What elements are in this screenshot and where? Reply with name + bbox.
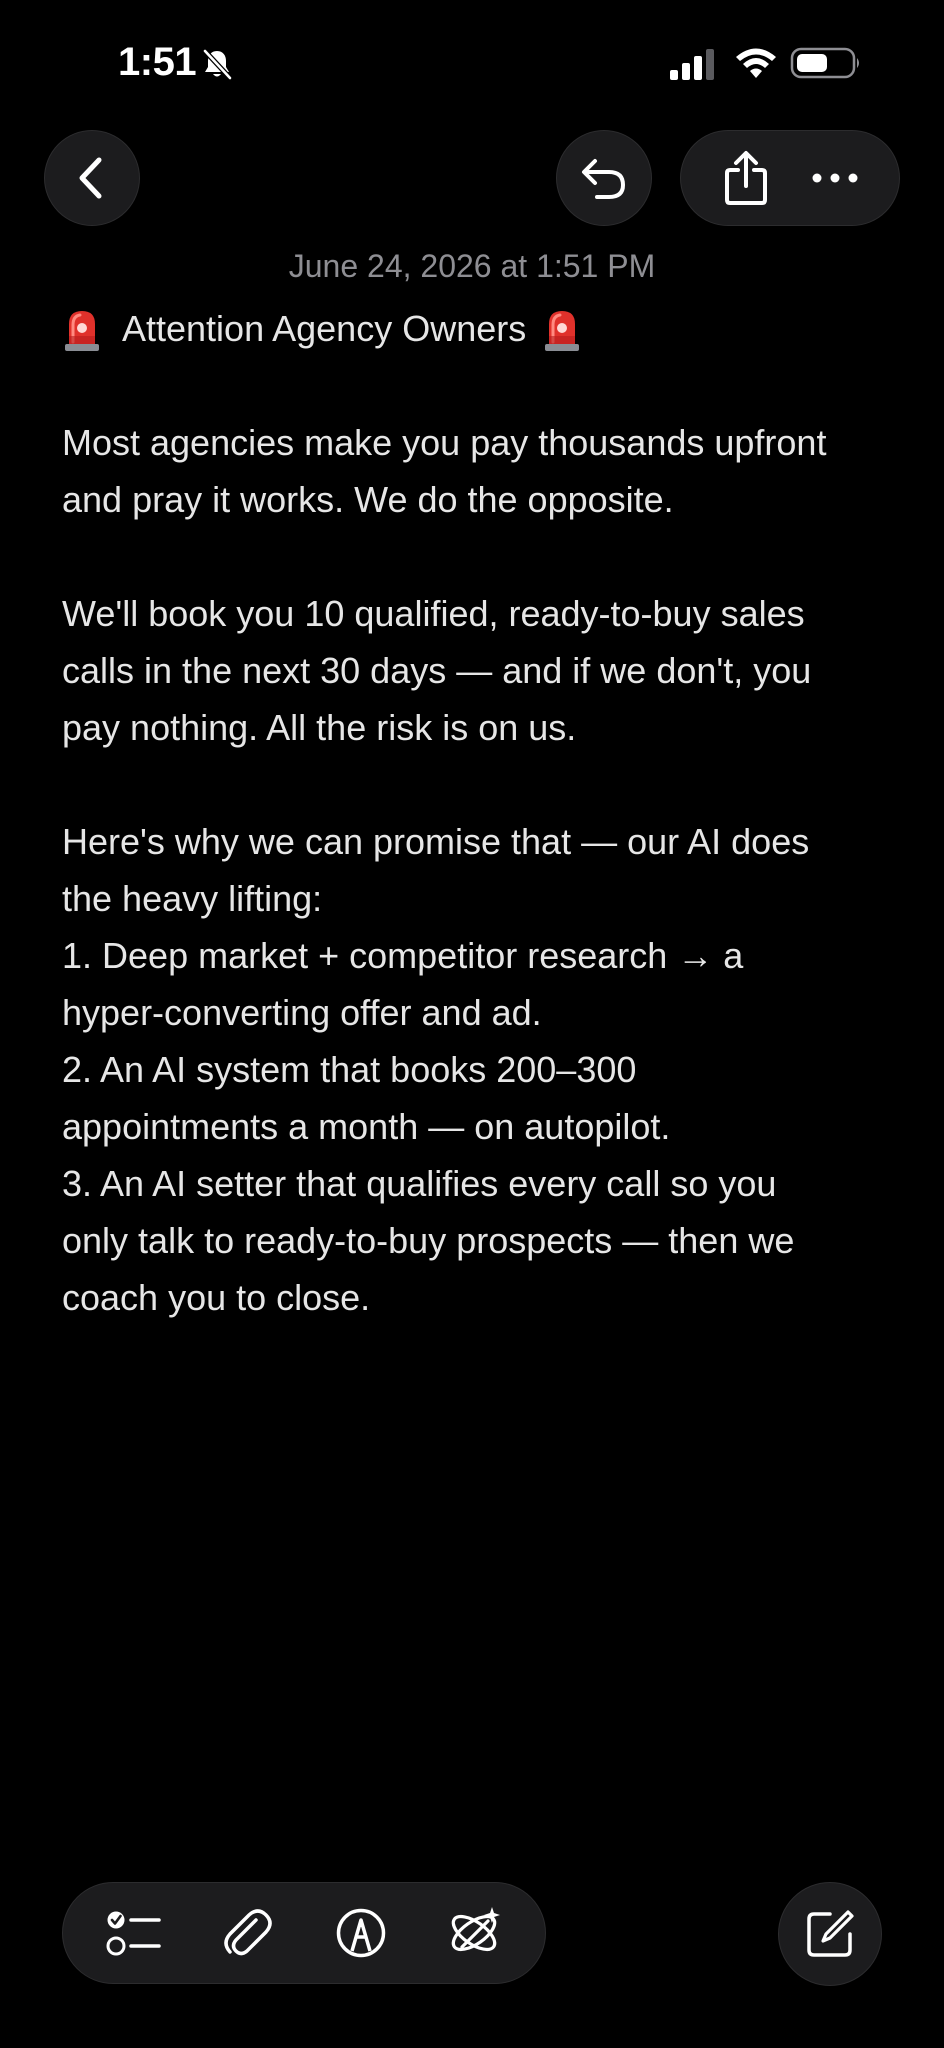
note-title-text: Attention Agency Owners [122, 308, 527, 349]
chevron-left-icon [79, 157, 102, 199]
checklist-button[interactable] [94, 1893, 174, 1973]
note-title: Attention Agency Owners [62, 300, 892, 357]
note-body[interactable]: Attention Agency Owners Most agencies ma… [62, 300, 892, 1326]
cellular-signal-icon [670, 49, 714, 80]
compose-icon [807, 1910, 854, 1957]
back-button[interactable] [44, 130, 140, 226]
checklist-icon [106, 1911, 161, 1956]
status-time: 1:51 [118, 40, 197, 84]
note-line: Here's why we can promise that — our AI … [62, 821, 810, 862]
note-line: 1. Deep market + competitor research → a [62, 935, 744, 976]
note-line: only talk to ready-to-buy prospects — th… [62, 1220, 795, 1261]
markup-button[interactable] [321, 1893, 401, 1973]
compose-button[interactable] [778, 1882, 882, 1986]
note-line: appointments a month — on autopilot. [62, 1106, 671, 1147]
note-line: coach you to close. [62, 1277, 371, 1318]
share-button[interactable] [706, 138, 786, 218]
note-date: June 24, 2026 at 1:51 PM [288, 248, 656, 284]
undo-icon [582, 159, 626, 199]
note-line: We'll book you 10 qualified, ready-to-bu… [62, 593, 805, 634]
note-line: 3. An AI setter that qualifies every cal… [62, 1163, 777, 1204]
writing-tools-button[interactable] [434, 1893, 514, 1973]
paperclip-icon [224, 1909, 272, 1956]
note-line: the heavy lifting: [62, 878, 323, 919]
ellipsis-icon [812, 173, 857, 183]
share-icon [724, 151, 767, 205]
note-paragraph: We'll book you 10 qualified, ready-to-bu… [62, 585, 892, 756]
markup-pen-icon [336, 1908, 385, 1958]
wifi-icon [736, 48, 776, 78]
note-paragraph: Here's why we can promise that — our AI … [62, 813, 892, 1326]
bottom-toolbar [62, 1882, 546, 1984]
siren-icon [545, 310, 580, 351]
attachment-button[interactable] [207, 1893, 287, 1973]
status-bar: 1:51 [0, 0, 944, 120]
battery-icon [790, 47, 859, 79]
note-line: and pray it works. We do the opposite. [62, 479, 674, 520]
note-line: pay nothing. All the risk is on us. [62, 707, 577, 748]
bell-slash-icon [203, 49, 232, 80]
note-line: hyper-converting offer and ad. [62, 992, 542, 1033]
note-paragraph: Most agencies make you pay thousands upf… [62, 414, 892, 528]
note-line: Most agencies make you pay thousands upf… [62, 422, 827, 463]
note-line: 2. An AI system that books 200–300 [62, 1049, 637, 1090]
share-menu-group [680, 130, 900, 226]
note-line: calls in the next 30 days — and if we do… [62, 650, 812, 691]
undo-button[interactable] [556, 130, 652, 226]
more-button[interactable] [795, 138, 875, 218]
apple-intelligence-icon [452, 1907, 501, 1952]
siren-icon [65, 310, 99, 351]
